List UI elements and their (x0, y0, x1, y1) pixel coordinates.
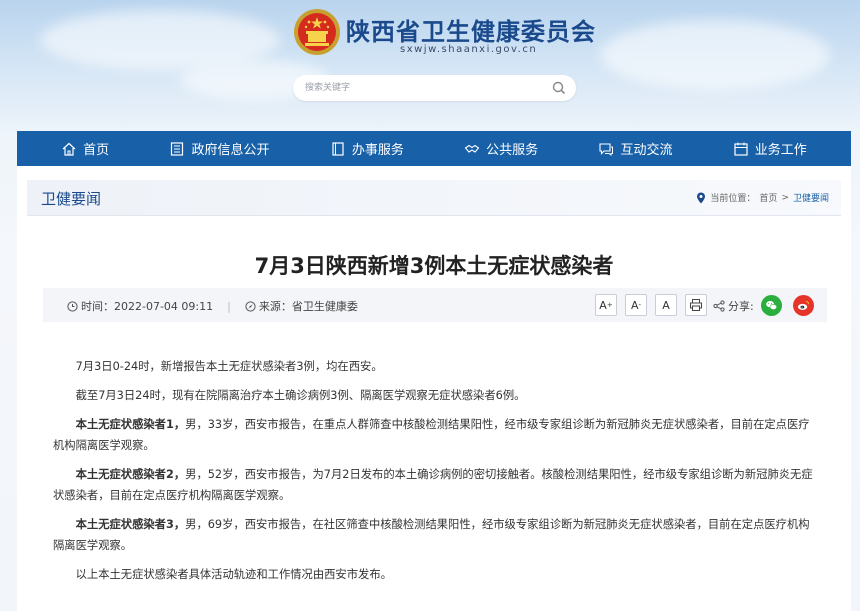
case-label: 本土无症状感染者3， (75, 518, 186, 531)
share-icon (713, 300, 725, 312)
nav-item-home[interactable]: 首页 (61, 139, 109, 158)
nav-item-label: 办事服务 (351, 143, 404, 158)
search-icon[interactable] (552, 81, 566, 95)
nav-item-label: 公共服务 (486, 143, 539, 158)
nav-item-label: 政府信息公开 (191, 143, 270, 158)
background-cloud (600, 20, 830, 90)
article-meta-bar: 时间：2022-07-04 09:11 | 来源：省卫生健康委 A + A- A … (43, 288, 827, 322)
nav-item-label: 互动交流 (620, 143, 673, 158)
weibo-icon (797, 300, 810, 310)
clock-icon (67, 300, 78, 312)
nav-item-interaction[interactable]: 互动交流 (598, 139, 672, 158)
article-paragraph: 本土无症状感染者1，男，33岁，西安市报告，在重点人群筛查中核酸检测结果阳性，经… (53, 418, 810, 452)
search-input[interactable] (305, 80, 535, 96)
case-label: 本土无症状感染者1， (75, 418, 186, 431)
site-title[interactable]: 陕西省卫生健康委员会 (346, 12, 596, 47)
article-paragraph: 以上本土无症状感染者具体活动轨迹和工作情况由西安市发布。 (75, 568, 392, 581)
nav-item-label: 首页 (83, 143, 110, 158)
article-body: 7月3日0-24时，新增报告本土无症状感染者3例，均在西安。 截至7月3日24时… (53, 356, 813, 593)
form-icon (332, 141, 344, 156)
breadcrumb-separator: > (781, 192, 789, 203)
chat-icon (599, 142, 614, 156)
publish-time-text: 时间：2022-07-04 09:11 (81, 300, 214, 313)
case-label: 本土无症状感染者2， (75, 468, 186, 481)
location-pin-icon (697, 192, 706, 203)
font-size-large-button[interactable]: A + (595, 294, 617, 316)
breadcrumb-current-link[interactable]: 卫健要闻 (793, 191, 829, 204)
article-paragraph: 本土无症状感染者2，男，52岁，西安市报告，为7月2日发布的本土确诊病例的密切接… (53, 468, 813, 502)
site-domain: sxwjw.shaanxi.gov.cn (400, 44, 538, 55)
compass-icon (245, 300, 256, 312)
print-button[interactable] (685, 294, 707, 316)
font-size-medium-button[interactable]: A- (625, 294, 647, 316)
content-panel: 卫健要闻 当前位置： 首页 > 卫健要闻 7月3日陕西新增3例本土无症状感染者 … (17, 166, 851, 611)
publish-time: 时间：2022-07-04 09:11 (67, 298, 213, 314)
breadcrumb-prefix: 当前位置： (710, 194, 756, 204)
nav-item-business[interactable]: 业务工作 (733, 139, 807, 158)
search-box (293, 75, 576, 101)
nav-item-services[interactable]: 办事服务 (330, 139, 404, 158)
wechat-icon (766, 300, 777, 310)
article-title: 7月3日陕西新增3例本土无症状感染者 (254, 254, 614, 278)
wechat-share-button[interactable] (761, 295, 782, 316)
meta-divider: | (227, 299, 231, 313)
article-paragraph: 本土无症状感染者3，男，69岁，西安市报告，在社区筛查中核酸检测结果阳性，经市级… (53, 518, 810, 552)
font-size-default-button[interactable]: A (655, 294, 677, 316)
national-emblem-logo[interactable] (293, 8, 341, 56)
handshake-icon (464, 144, 480, 153)
main-nav: 首页 政府信息公开 办事服务 公共服务 互动交流 业务工作 (17, 131, 851, 166)
article-source-text: 来源：省卫生健康委 (258, 300, 358, 313)
home-icon (62, 142, 76, 156)
weibo-share-button[interactable] (793, 295, 814, 316)
article-paragraph: 7月3日0-24时，新增报告本土无症状感染者3例，均在西安。 (75, 360, 383, 373)
calendar-icon (734, 142, 748, 156)
article-source: 来源：省卫生健康委 (245, 298, 358, 314)
breadcrumb: 当前位置： 首页 > 卫健要闻 (696, 191, 829, 204)
document-list-icon (171, 141, 184, 156)
nav-item-public-services[interactable]: 公共服务 (464, 139, 538, 158)
nav-item-gov-info[interactable]: 政府信息公开 (169, 139, 270, 158)
breadcrumb-home-link[interactable]: 首页 (759, 191, 777, 204)
article-paragraph: 截至7月3日24时，现有在院隔离治疗本土确诊病例3例、隔离医学观察无症状感染者6… (75, 389, 526, 402)
share-label: 分享: (713, 298, 754, 314)
section-header: 卫健要闻 当前位置： 首页 > 卫健要闻 (27, 180, 841, 216)
printer-icon (690, 299, 702, 311)
nav-item-label: 业务工作 (754, 143, 807, 158)
section-title: 卫健要闻 (41, 190, 102, 208)
